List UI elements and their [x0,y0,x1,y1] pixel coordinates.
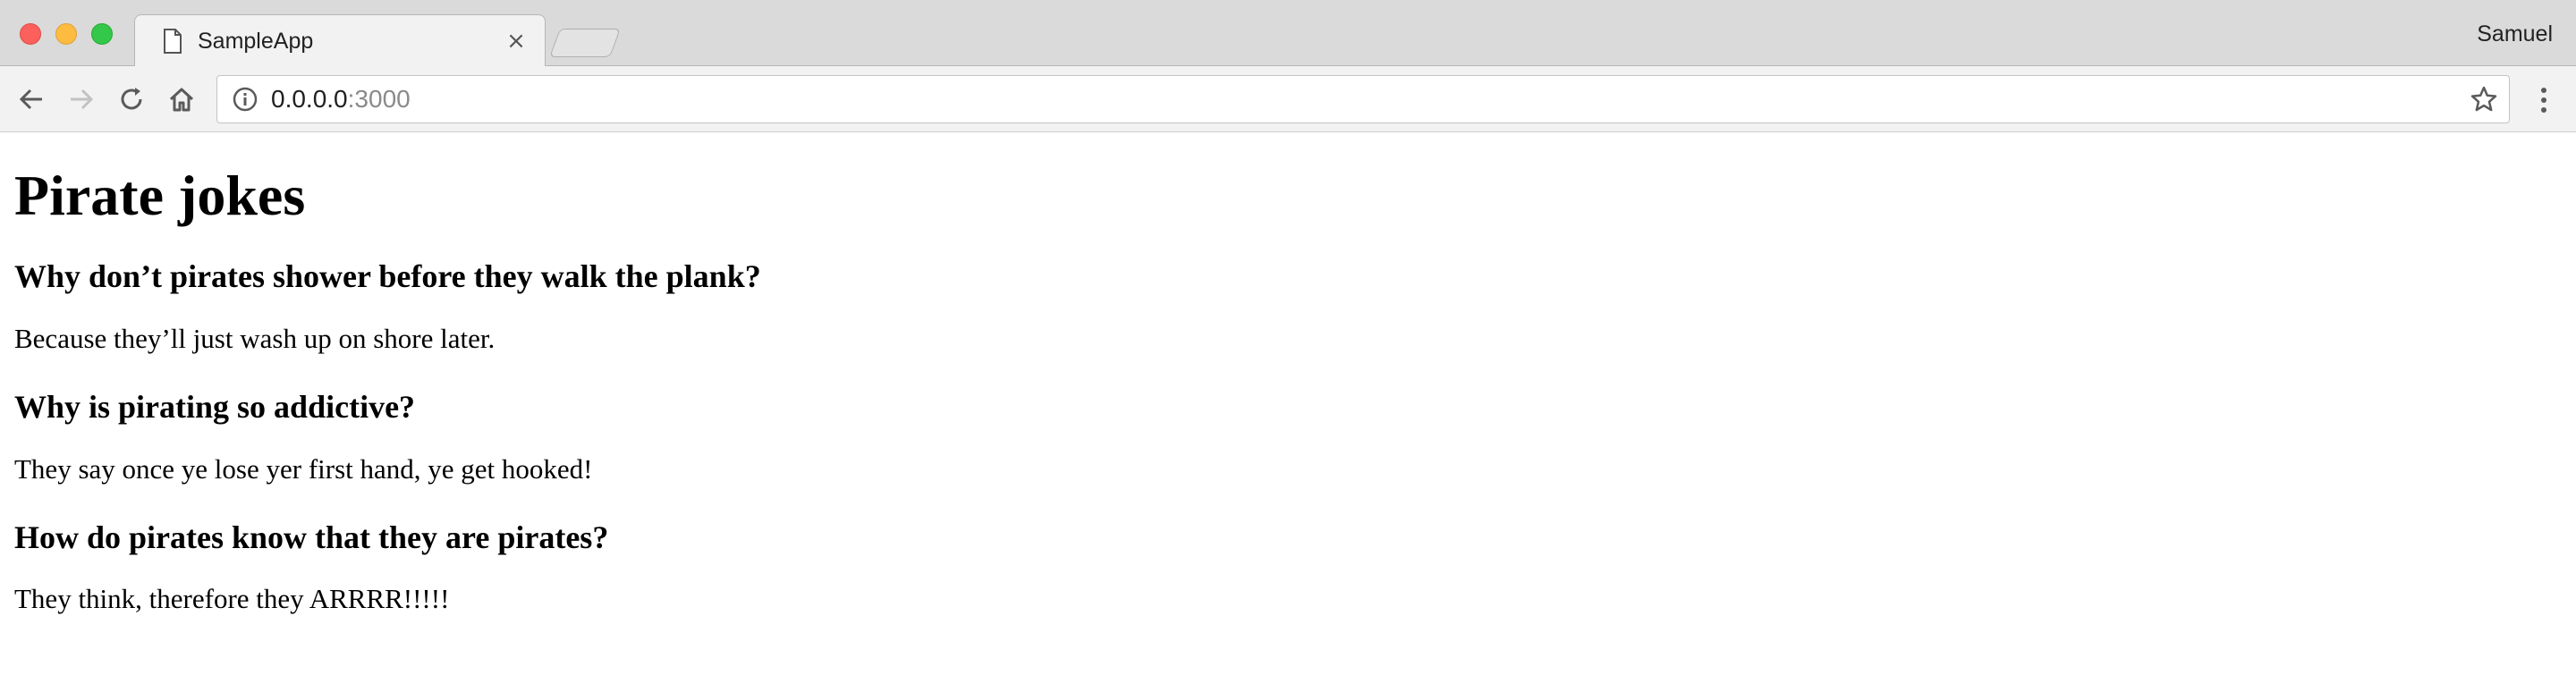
home-button[interactable] [165,82,199,116]
url-host: 0.0.0.0 [271,85,348,113]
tab-sampleapp[interactable]: SampleApp × [134,14,546,67]
forward-button[interactable] [64,82,98,116]
browser-toolbar: 0.0.0.0:3000 [0,66,2576,132]
window-controls [20,23,113,45]
tab-close-icon[interactable]: × [505,28,527,55]
joke-question: Why is pirating so addictive? [14,389,416,426]
profile-name[interactable]: Samuel [2477,21,2553,47]
tab-strip: SampleApp × Samuel [0,0,2576,67]
joke-answer: Because they’ll just wash up on shore la… [14,322,496,354]
page-title: Pirate jokes [14,164,306,227]
bookmark-star-icon[interactable] [2470,85,2498,114]
back-arrow-icon [19,89,42,110]
reload-button[interactable] [114,82,148,116]
joke-question: Why don’t pirates shower before they wal… [14,258,761,295]
reload-icon [121,88,142,110]
joke-answer: They think, therefore they ARRRR!!!!! [14,583,450,615]
back-button[interactable] [14,82,48,116]
joke-answer: They say once ye lose yer first hand, ye… [14,452,593,485]
document-icon [164,29,182,54]
more-menu-icon[interactable] [2528,84,2560,116]
address-bar[interactable]: 0.0.0.0:3000 [216,75,2510,123]
home-icon [169,88,194,112]
url-port: :3000 [347,85,411,113]
new-tab-button[interactable] [549,29,621,57]
forward-arrow-icon [71,89,94,110]
joke-question: How do pirates know that they are pirate… [14,519,609,555]
window-maximize-button[interactable] [91,23,113,45]
page-content: Pirate jokes Why don’t pirates shower be… [0,164,2576,615]
info-icon[interactable] [232,86,258,113]
url-text[interactable]: 0.0.0.0:3000 [271,85,2470,114]
window-close-button[interactable] [20,23,41,45]
window-minimize-button[interactable] [55,23,77,45]
tab-title: SampleApp [198,28,314,54]
